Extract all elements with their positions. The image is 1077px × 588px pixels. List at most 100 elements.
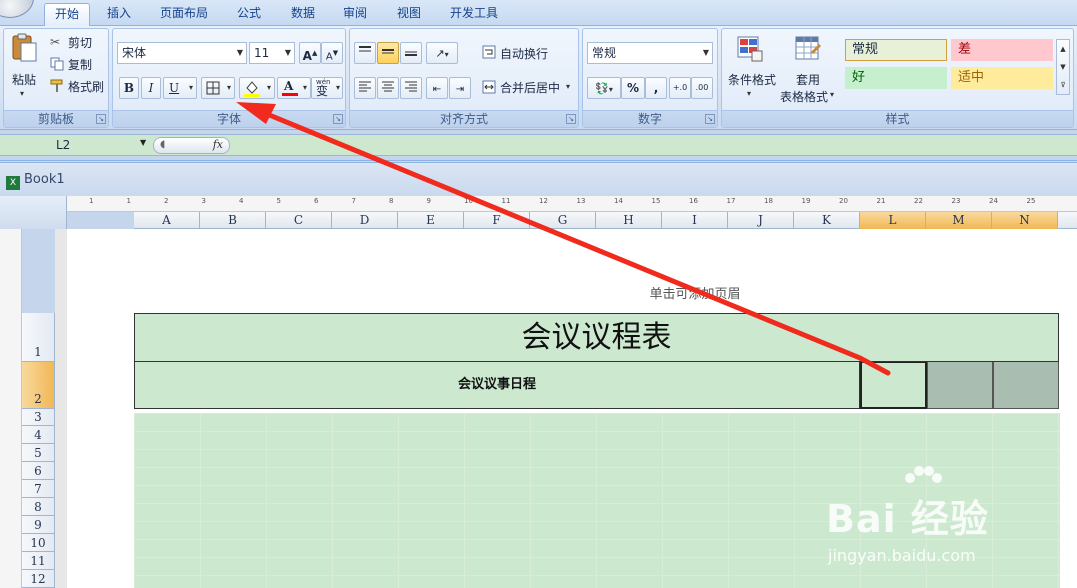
column-header-E[interactable]: E <box>398 212 464 229</box>
paste-button[interactable]: 粘贴 <box>12 71 36 88</box>
tab-view[interactable]: 视图 <box>388 3 430 26</box>
row-header-2[interactable]: 2 <box>22 362 55 409</box>
increase-decimal-button[interactable]: +.0 <box>669 77 691 99</box>
copy-icon[interactable] <box>50 57 64 71</box>
fill-color-button[interactable]: ▾ <box>239 77 275 99</box>
column-header-G[interactable]: G <box>530 212 596 229</box>
merge-dropdown-icon[interactable]: ▾ <box>566 82 570 91</box>
style-good[interactable]: 好 <box>845 67 947 89</box>
title-cell[interactable]: 会议议程表 <box>134 313 1059 362</box>
increase-indent-button[interactable]: ⇥ <box>449 77 471 99</box>
copy-button[interactable]: 复制 <box>68 56 92 73</box>
style-neutral[interactable]: 适中 <box>951 67 1053 89</box>
format-painter-button[interactable]: 格式刷 <box>68 78 104 95</box>
borders-button[interactable]: ▾ <box>201 77 235 99</box>
row-header-12[interactable]: 12 <box>22 570 55 588</box>
align-bottom-button[interactable] <box>400 42 422 64</box>
column-header-M[interactable]: M <box>926 212 992 229</box>
row-header-11[interactable]: 11 <box>22 552 55 570</box>
conditional-format-icon[interactable] <box>736 35 764 63</box>
tab-page-layout[interactable]: 页面布局 <box>152 3 216 26</box>
column-header-B[interactable]: B <box>200 212 266 229</box>
column-header-J[interactable]: J <box>728 212 794 229</box>
borders-dropdown-icon[interactable]: ▾ <box>227 78 231 98</box>
conditional-format-dropdown-icon[interactable]: ▾ <box>747 89 751 98</box>
column-header-L[interactable]: L <box>860 212 926 229</box>
font-color-button[interactable]: A ▾ <box>277 77 311 99</box>
column-header-A[interactable]: A <box>134 212 200 229</box>
format-painter-icon[interactable] <box>50 79 64 93</box>
percent-button[interactable]: % <box>621 77 645 99</box>
format-as-table-icon[interactable] <box>794 35 822 63</box>
cut-button[interactable]: 剪切 <box>68 34 92 51</box>
column-header-I[interactable]: I <box>662 212 728 229</box>
font-color-dropdown-icon[interactable]: ▾ <box>303 78 307 98</box>
row-header-4[interactable]: 4 <box>22 426 55 444</box>
grow-font-button[interactable]: A▲ <box>299 42 321 64</box>
column-header-D[interactable]: D <box>332 212 398 229</box>
comma-button[interactable]: , <box>645 77 667 99</box>
insert-function-icon[interactable]: fx <box>213 138 223 151</box>
row-header-1[interactable]: 1 <box>22 313 55 362</box>
format-as-table-line2[interactable]: 表格格式 <box>780 88 828 105</box>
cell-M2[interactable] <box>927 362 993 409</box>
column-header-F[interactable]: F <box>464 212 530 229</box>
font-size-dropdown-icon[interactable]: ▼ <box>285 43 291 63</box>
style-bad[interactable]: 差 <box>951 39 1053 61</box>
italic-button[interactable]: I <box>141 77 161 99</box>
number-launcher-icon[interactable]: ↘ <box>705 114 715 124</box>
phonetic-dropdown-icon[interactable]: ▾ <box>336 78 340 98</box>
tab-data[interactable]: 数据 <box>282 3 324 26</box>
row-header-8[interactable]: 8 <box>22 498 55 516</box>
font-name-dropdown-icon[interactable]: ▼ <box>237 43 243 63</box>
tab-insert[interactable]: 插入 <box>98 3 140 26</box>
alignment-launcher-icon[interactable]: ↘ <box>566 114 576 124</box>
cell-L2[interactable] <box>860 362 927 409</box>
column-header-C[interactable]: C <box>266 212 332 229</box>
align-top-button[interactable] <box>354 42 376 64</box>
underline-button[interactable]: U ▾ <box>163 77 197 99</box>
align-right-button[interactable] <box>400 77 422 99</box>
fill-color-dropdown-icon[interactable]: ▾ <box>267 78 271 98</box>
phonetic-button[interactable]: wén 变 ▾ <box>311 77 343 99</box>
align-middle-button[interactable] <box>377 42 399 64</box>
tab-review[interactable]: 审阅 <box>334 3 376 26</box>
tab-developer[interactable]: 开发工具 <box>442 3 506 26</box>
scissors-icon[interactable]: ✂ <box>50 35 64 49</box>
style-gallery-scroll[interactable]: ▲ ▼ ⊽ <box>1056 39 1070 95</box>
accounting-button[interactable]: 💱▾ <box>587 77 621 99</box>
subtitle-cell[interactable]: 会议议事日程 <box>134 362 860 409</box>
align-left-button[interactable] <box>354 77 376 99</box>
column-header-H[interactable]: H <box>596 212 662 229</box>
paste-dropdown-icon[interactable]: ▾ <box>20 89 24 98</box>
cell-N2[interactable] <box>993 362 1059 409</box>
bold-button[interactable]: B <box>119 77 139 99</box>
row-header-3[interactable]: 3 <box>22 409 55 426</box>
row-header-10[interactable]: 10 <box>22 534 55 552</box>
column-header-K[interactable]: K <box>794 212 860 229</box>
row-header-7[interactable]: 7 <box>22 480 55 498</box>
wrap-text-icon[interactable] <box>482 45 496 59</box>
format-as-table-line1[interactable]: 套用 <box>796 71 820 88</box>
format-as-table-dropdown-icon[interactable]: ▾ <box>830 90 834 99</box>
name-box[interactable]: L2 <box>0 136 150 155</box>
row-header-9[interactable]: 9 <box>22 516 55 534</box>
font-size-combo[interactable]: 11 ▼ <box>249 42 295 64</box>
font-launcher-icon[interactable]: ↘ <box>333 114 343 124</box>
style-normal[interactable]: 常规 <box>845 39 947 61</box>
formula-bar-collapse-icon[interactable]: ◖ <box>160 139 165 150</box>
shrink-font-button[interactable]: A▼ <box>321 42 343 64</box>
select-all-button[interactable] <box>0 196 67 229</box>
name-box-dropdown-icon[interactable]: ▼ <box>140 138 146 147</box>
office-button[interactable] <box>0 0 34 18</box>
decrease-indent-button[interactable]: ⇤ <box>426 77 448 99</box>
number-format-combo[interactable]: 常规 ▼ <box>587 42 713 64</box>
underline-dropdown-icon[interactable]: ▾ <box>189 78 193 98</box>
tab-home[interactable]: 开始 <box>44 3 90 26</box>
orientation-dropdown-icon[interactable]: ▾ <box>445 50 449 59</box>
number-format-dropdown-icon[interactable]: ▼ <box>703 43 709 63</box>
conditional-format-button[interactable]: 条件格式 <box>728 71 776 88</box>
font-name-combo[interactable]: 宋体 ▼ <box>117 42 247 64</box>
row-header-5[interactable]: 5 <box>22 444 55 462</box>
header-hint[interactable]: 单击可添加页眉 <box>67 283 1077 302</box>
